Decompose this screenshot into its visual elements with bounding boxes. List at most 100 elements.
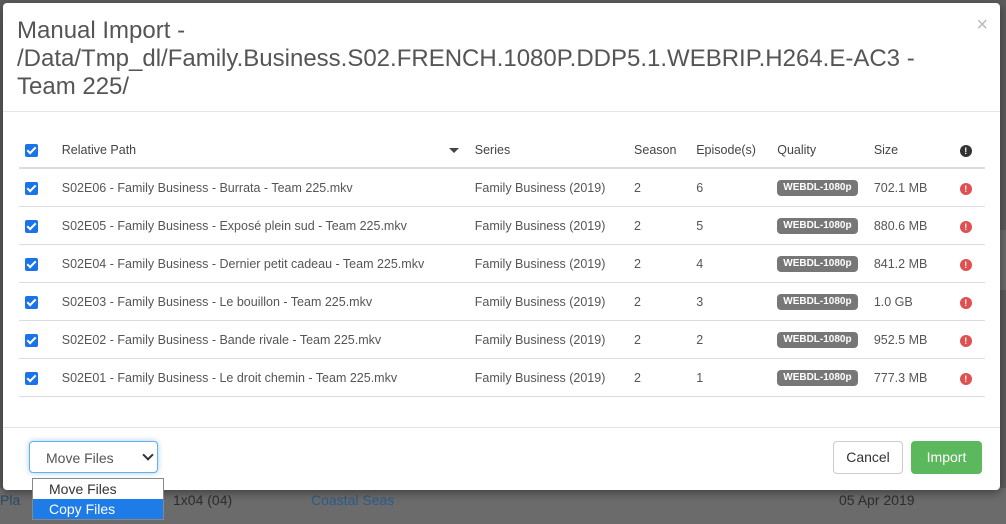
row-path: S02E01 - Family Business - Le droit chem… — [55, 358, 469, 397]
table-header-row: Relative Path Series Season Episode(s) Q… — [19, 133, 985, 169]
quality-badge[interactable]: WEBDL-1080p — [777, 180, 858, 196]
warning-icon[interactable]: ! — [959, 220, 972, 233]
header-relative-path[interactable]: Relative Path — [55, 133, 469, 169]
row-episodes[interactable]: 2 — [690, 320, 772, 359]
row-status-cell: ! — [953, 244, 985, 283]
row-status-cell: ! — [953, 168, 985, 207]
quality-badge[interactable]: WEBDL-1080p — [777, 256, 858, 272]
quality-badge[interactable]: WEBDL-1080p — [777, 294, 858, 310]
row-size: 952.5 MB — [867, 320, 954, 359]
sort-desc-icon[interactable] — [448, 148, 459, 153]
cancel-button[interactable]: Cancel — [833, 441, 903, 474]
row-quality-cell[interactable]: WEBDL-1080p — [771, 244, 868, 283]
background-edge — [1000, 230, 1006, 290]
row-episodes[interactable]: 3 — [690, 282, 772, 321]
table-row[interactable]: S02E03 - Family Business - Le bouillon -… — [19, 282, 985, 321]
quality-badge[interactable]: WEBDL-1080p — [777, 332, 858, 348]
row-series[interactable]: Family Business (2019) — [468, 358, 629, 397]
quality-badge[interactable]: WEBDL-1080p — [777, 370, 858, 386]
row-status-cell: ! — [953, 320, 985, 359]
table-row[interactable]: S02E04 - Family Business - Dernier petit… — [19, 244, 985, 283]
warning-icon[interactable]: ! — [959, 296, 972, 309]
import-mode-value: Move Files — [46, 450, 114, 466]
row-status-cell: ! — [953, 358, 985, 397]
header-status: ! — [953, 133, 985, 169]
row-episodes[interactable]: 1 — [690, 358, 772, 397]
row-size: 880.6 MB — [867, 206, 954, 245]
row-path: S02E04 - Family Business - Dernier petit… — [55, 244, 469, 283]
row-path: S02E06 - Family Business - Burrata - Tea… — [55, 168, 469, 207]
header-path-label: Relative Path — [61, 143, 137, 157]
row-checkbox[interactable] — [25, 181, 38, 195]
close-icon[interactable]: × — [976, 15, 988, 35]
row-season[interactable]: 2 — [628, 320, 691, 359]
chevron-down-icon — [142, 449, 154, 461]
header-series[interactable]: Series — [468, 133, 629, 169]
status-info-icon: ! — [959, 145, 972, 157]
row-checkbox[interactable] — [25, 219, 38, 233]
row-season[interactable]: 2 — [628, 244, 691, 283]
background-row-left-text: Pla — [0, 492, 21, 508]
warning-icon[interactable]: ! — [959, 334, 972, 347]
import-mode-select[interactable]: Move Files — [29, 441, 158, 473]
row-season[interactable]: 2 — [628, 168, 691, 207]
row-episodes[interactable]: 6 — [690, 168, 772, 207]
row-size: 1.0 GB — [867, 282, 954, 321]
option-move-files[interactable]: Move Files — [33, 479, 163, 499]
header-quality[interactable]: Quality — [771, 133, 868, 169]
row-quality-cell[interactable]: WEBDL-1080p — [771, 168, 868, 207]
row-checkbox[interactable] — [25, 295, 38, 309]
row-select-cell — [19, 282, 56, 321]
row-episodes[interactable]: 4 — [690, 244, 772, 283]
header-episodes[interactable]: Episode(s) — [690, 133, 772, 169]
row-size: 777.3 MB — [867, 358, 954, 397]
option-copy-files[interactable]: Copy Files — [33, 499, 163, 519]
row-series[interactable]: Family Business (2019) — [468, 244, 629, 283]
row-season[interactable]: 2 — [628, 206, 691, 245]
row-series[interactable]: Family Business (2019) — [468, 206, 629, 245]
row-quality-cell[interactable]: WEBDL-1080p — [771, 282, 868, 321]
row-episodes[interactable]: 5 — [690, 206, 772, 245]
row-size: 702.1 MB — [867, 168, 954, 207]
warning-icon[interactable]: ! — [959, 182, 972, 195]
row-quality-cell[interactable]: WEBDL-1080p — [771, 206, 868, 245]
import-mode-dropdown: Move Files Copy Files — [32, 478, 164, 520]
header-season[interactable]: Season — [628, 133, 691, 169]
row-select-cell — [19, 244, 56, 283]
row-path: S02E05 - Family Business - Exposé plein … — [55, 206, 469, 245]
background-row-episode: 1x04 (04) — [173, 492, 233, 508]
row-select-cell — [19, 320, 56, 359]
row-select-cell — [19, 206, 56, 245]
warning-icon[interactable]: ! — [959, 258, 972, 271]
row-select-cell — [19, 358, 56, 397]
table-row[interactable]: S02E01 - Family Business - Le droit chem… — [19, 358, 985, 397]
manual-import-modal: Manual Import - /Data/Tmp_dl/Family.Busi… — [3, 3, 1000, 490]
row-status-cell: ! — [953, 282, 985, 321]
row-quality-cell[interactable]: WEBDL-1080p — [771, 320, 868, 359]
row-season[interactable]: 2 — [628, 282, 691, 321]
row-series[interactable]: Family Business (2019) — [468, 320, 629, 359]
row-series[interactable]: Family Business (2019) — [468, 282, 629, 321]
row-checkbox[interactable] — [25, 371, 38, 385]
modal-title: Manual Import - /Data/Tmp_dl/Family.Busi… — [17, 17, 915, 100]
import-button[interactable]: Import — [911, 441, 982, 474]
header-size[interactable]: Size — [867, 133, 954, 169]
row-status-cell: ! — [953, 206, 985, 245]
row-checkbox[interactable] — [25, 257, 38, 271]
select-all-checkbox[interactable] — [25, 144, 38, 158]
row-size: 841.2 MB — [867, 244, 954, 283]
background-row-date: 05 Apr 2019 — [839, 492, 915, 508]
warning-icon[interactable]: ! — [959, 372, 972, 385]
file-table: Relative Path Series Season Episode(s) Q… — [19, 133, 985, 397]
table-row[interactable]: S02E06 - Family Business - Burrata - Tea… — [19, 168, 985, 207]
row-quality-cell[interactable]: WEBDL-1080p — [771, 358, 868, 397]
row-season[interactable]: 2 — [628, 358, 691, 397]
row-path: S02E03 - Family Business - Le bouillon -… — [55, 282, 469, 321]
quality-badge[interactable]: WEBDL-1080p — [777, 218, 858, 234]
row-series[interactable]: Family Business (2019) — [468, 168, 629, 207]
row-path: S02E02 - Family Business - Bande rivale … — [55, 320, 469, 359]
row-checkbox[interactable] — [25, 333, 38, 347]
row-select-cell — [19, 168, 56, 207]
table-row[interactable]: S02E05 - Family Business - Exposé plein … — [19, 206, 985, 245]
table-row[interactable]: S02E02 - Family Business - Bande rivale … — [19, 320, 985, 359]
